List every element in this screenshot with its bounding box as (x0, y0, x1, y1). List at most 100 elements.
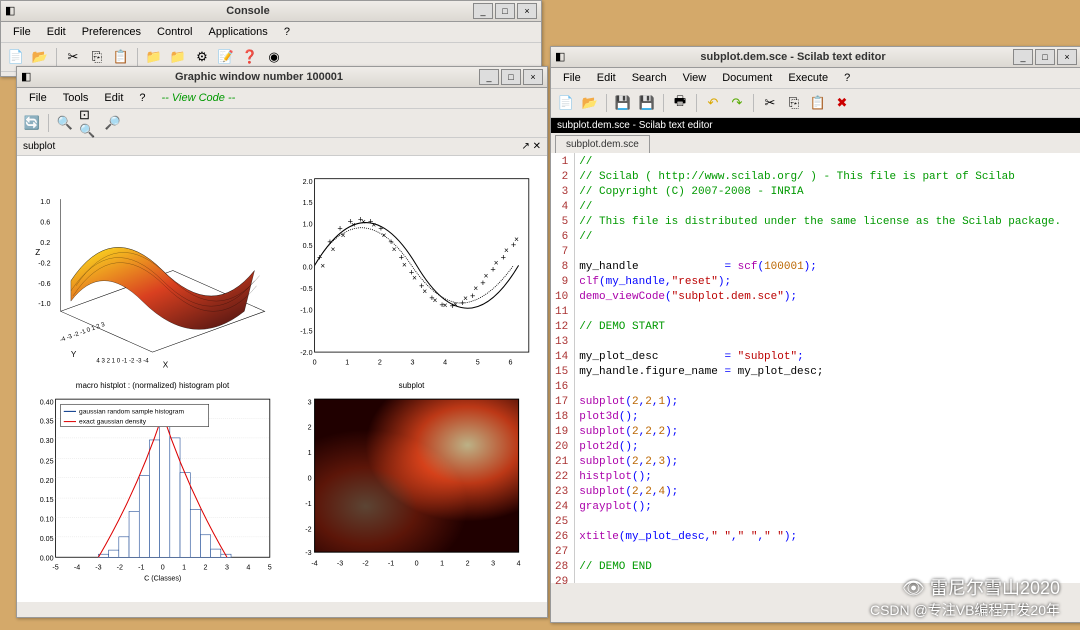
svg-text:1.0: 1.0 (303, 221, 313, 229)
new-icon[interactable]: 📄 (5, 46, 27, 68)
graphic-window: ◧ Graphic window number 100001 _ □ × Fil… (16, 66, 548, 618)
menu-edit[interactable]: Edit (589, 70, 624, 86)
zoom-reset-icon[interactable]: 🔎 (102, 112, 124, 134)
editor-window: ◧ subplot.dem.sce - Scilab text editor _… (550, 46, 1080, 623)
demos-icon[interactable]: ◉ (263, 46, 285, 68)
svg-text:-3: -3 (95, 563, 101, 571)
svg-text:2.0: 2.0 (303, 178, 313, 186)
menu-document[interactable]: Document (714, 70, 780, 86)
maximize-button[interactable]: □ (1035, 49, 1055, 65)
svg-text:Z: Z (35, 248, 40, 257)
minimize-button[interactable]: _ (1013, 49, 1033, 65)
app-icon: ◧ (5, 4, 19, 18)
svg-text:×: × (382, 231, 387, 240)
menu-view[interactable]: View (675, 70, 715, 86)
paste-icon[interactable]: 📋 (110, 46, 132, 68)
menu-help[interactable]: ? (276, 24, 298, 40)
svg-text:3: 3 (225, 563, 229, 571)
new-icon[interactable]: 📄 (555, 92, 577, 114)
svg-text:1: 1 (345, 358, 349, 366)
minimize-button[interactable]: _ (473, 3, 493, 19)
menu-tools[interactable]: Tools (55, 90, 97, 106)
menu-file[interactable]: File (555, 70, 589, 86)
delete-icon[interactable]: ✖ (831, 92, 853, 114)
open-icon[interactable]: 📂 (579, 92, 601, 114)
code-text[interactable]: // // Scilab ( http://www.scilab.org/ ) … (575, 153, 1065, 583)
svg-text:-3: -3 (305, 549, 311, 557)
svg-text:1: 1 (440, 559, 444, 567)
svg-text:-4 -3 -2 -1 0 1 2 3: -4 -3 -2 -1 0 1 2 3 (59, 321, 106, 344)
plot2d: 2.01.51.00.50.0-0.5-1.0-1.5-2.0 0123456 … (284, 164, 539, 377)
rotate-icon[interactable]: 🔄 (21, 112, 43, 134)
menu-help[interactable]: ? (131, 90, 153, 106)
svg-text:×: × (504, 246, 509, 255)
copy-icon[interactable]: ⎘ (86, 46, 108, 68)
zoom-area-icon[interactable]: ⊡🔍 (78, 112, 100, 134)
svg-text:0.10: 0.10 (40, 516, 54, 524)
graphic-icon: ◧ (21, 70, 35, 84)
svg-text:4: 4 (246, 563, 250, 571)
maximize-button[interactable]: □ (495, 3, 515, 19)
line-gutter: 1234567891011121314151617181920212223242… (551, 153, 575, 583)
svg-text:-3: -3 (337, 559, 343, 567)
help-icon[interactable]: ❓ (239, 46, 261, 68)
paste-icon[interactable]: 📋 (807, 92, 829, 114)
subplot-title: subplot (284, 381, 539, 390)
cut-icon[interactable]: ✂ (62, 46, 84, 68)
editor-titlebar[interactable]: ◧ subplot.dem.sce - Scilab text editor _… (551, 47, 1080, 68)
svg-text:×: × (453, 300, 458, 309)
minimize-button[interactable]: _ (479, 69, 499, 85)
svg-text:×: × (361, 218, 366, 227)
svg-text:1.0: 1.0 (40, 198, 50, 206)
menu-help[interactable]: ? (836, 70, 858, 86)
saveas-icon[interactable]: 💾 (636, 92, 658, 114)
redo-icon[interactable]: ↷ (726, 92, 748, 114)
folder2-icon[interactable]: 📁 (167, 46, 189, 68)
svg-text:0.35: 0.35 (40, 418, 54, 426)
menu-preferences[interactable]: Preferences (74, 24, 149, 40)
prefs-icon[interactable]: ⚙ (191, 46, 213, 68)
menu-execute[interactable]: Execute (780, 70, 836, 86)
console-titlebar[interactable]: ◧ Console _ □ × (1, 1, 541, 22)
svg-text:-0.6: -0.6 (38, 280, 50, 288)
menu-control[interactable]: Control (149, 24, 200, 40)
menu-search[interactable]: Search (624, 70, 675, 86)
menu-edit[interactable]: Edit (96, 90, 131, 106)
svg-text:2: 2 (378, 358, 382, 366)
cut-icon[interactable]: ✂ (759, 92, 781, 114)
menu-file[interactable]: File (5, 24, 39, 40)
console-menubar: File Edit Preferences Control Applicatio… (1, 22, 541, 43)
svg-text:2: 2 (466, 559, 470, 567)
undo-icon[interactable]: ↶ (702, 92, 724, 114)
close-button[interactable]: × (517, 3, 537, 19)
close-button[interactable]: × (1057, 49, 1077, 65)
panel-controls[interactable]: ↗ ✕ (521, 141, 541, 152)
text-icon[interactable]: 📝 (215, 46, 237, 68)
svg-text:4: 4 (443, 358, 447, 366)
close-button[interactable]: × (523, 69, 543, 85)
editor-tabbar: subplot.dem.sce - Scilab text editor (551, 118, 1080, 133)
svg-text:×: × (484, 272, 489, 281)
zoom-in-icon[interactable]: 🔍 (54, 112, 76, 134)
code-area[interactable]: 1234567891011121314151617181920212223242… (551, 153, 1080, 583)
svg-text:6: 6 (508, 358, 512, 366)
svg-text:3: 3 (308, 398, 312, 406)
svg-text:-1: -1 (138, 563, 144, 571)
menu-edit[interactable]: Edit (39, 24, 74, 40)
menu-applications[interactable]: Applications (200, 24, 275, 40)
copy-icon[interactable]: ⎘ (783, 92, 805, 114)
view-code-link[interactable]: -- View Code -- (154, 90, 244, 106)
hist-title: macro histplot : (normalized) histogram … (25, 381, 280, 390)
file-tab[interactable]: subplot.dem.sce (555, 135, 650, 153)
plot3d: 1.0 0.6 0.2 -0.2 -0.6 -1.0 Z (25, 164, 280, 377)
graphic-menubar: File Tools Edit ? -- View Code -- (17, 88, 547, 109)
print-icon[interactable]: 🖶 (669, 92, 691, 114)
maximize-button[interactable]: □ (501, 69, 521, 85)
svg-text:0.6: 0.6 (40, 219, 50, 227)
menu-file[interactable]: File (21, 90, 55, 106)
graphic-titlebar[interactable]: ◧ Graphic window number 100001 _ □ × (17, 67, 547, 88)
folder-icon[interactable]: 📁 (143, 46, 165, 68)
svg-text:×: × (320, 261, 325, 270)
open-icon[interactable]: 📂 (29, 46, 51, 68)
save-icon[interactable]: 💾 (612, 92, 634, 114)
